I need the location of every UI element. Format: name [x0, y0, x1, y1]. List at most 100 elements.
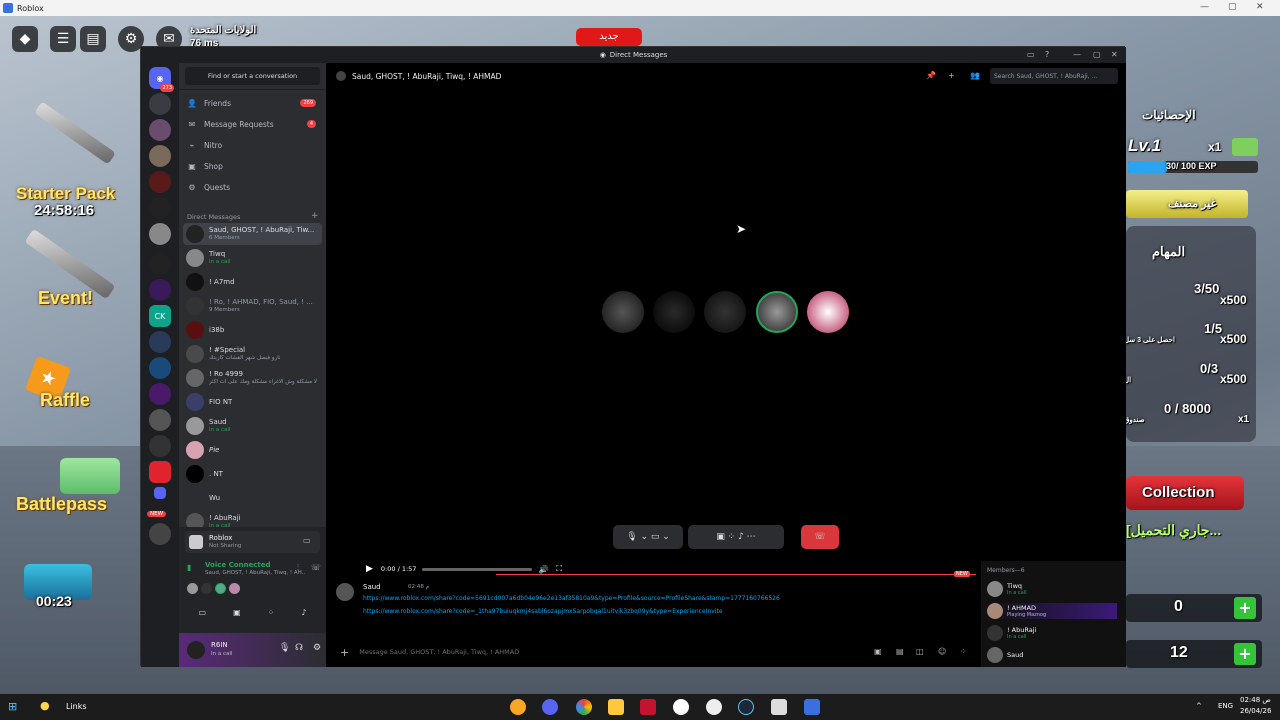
server-icon[interactable]	[149, 145, 171, 167]
server-icon[interactable]	[149, 93, 171, 115]
member-item[interactable]: Saud	[987, 647, 1023, 663]
find-conversation-button[interactable]: Find or start a conversation	[185, 67, 320, 85]
attach-icon[interactable]: +	[340, 646, 349, 659]
server-icon[interactable]	[149, 383, 171, 405]
dm-item[interactable]: Saud, GHOST, ! AbuRaji, Tiw... 6 Members	[183, 223, 322, 245]
close-button[interactable]: ✕	[1256, 2, 1264, 12]
roblox-menu-icon[interactable]: ◆	[12, 26, 38, 52]
avatar[interactable]	[187, 641, 205, 659]
server-icon[interactable]	[149, 253, 171, 275]
apps-icon[interactable]: ⁘	[960, 647, 967, 656]
dm-item[interactable]: Pie	[183, 439, 322, 461]
help-icon[interactable]: ?	[1045, 50, 1049, 59]
dm-item[interactable]: i38b	[183, 319, 322, 341]
play-icon[interactable]: ▶	[366, 564, 373, 574]
taskbar-search-label[interactable]: Links	[66, 702, 87, 711]
inbox-icon[interactable]: ▭	[1027, 50, 1035, 59]
seek-bar[interactable]	[422, 567, 533, 571]
folder-icon[interactable]	[154, 487, 166, 499]
soundboard-icon[interactable]: ♪	[301, 608, 306, 617]
search-input[interactable]: Search Saud, GHOST, ! AbuRaji, ...	[990, 68, 1118, 84]
add-gems-button[interactable]: +	[1234, 597, 1256, 619]
battlepass-label[interactable]: Battlepass	[16, 494, 107, 515]
file-explorer-icon[interactable]	[608, 699, 624, 715]
maximize-button[interactable]: ▢	[1228, 2, 1237, 12]
github-icon[interactable]	[706, 699, 722, 715]
language-indicator[interactable]: ENG	[1218, 702, 1233, 710]
member-item[interactable]: ! AbuRaji In a call	[987, 625, 1036, 641]
raffle-label[interactable]: Raffle	[40, 390, 90, 411]
discord-taskbar-icon[interactable]	[542, 699, 558, 715]
hangup-button[interactable]: ☏	[801, 525, 839, 549]
gif-icon[interactable]: ▤	[896, 647, 904, 656]
steam-icon[interactable]	[738, 699, 754, 715]
server-icon[interactable]	[149, 523, 171, 545]
noise-icon[interactable]: ⫶	[297, 563, 299, 573]
starter-pack-label[interactable]: Starter Pack	[16, 184, 115, 204]
start-icon[interactable]: ⊞	[8, 700, 17, 713]
gift-icon[interactable]: ▣	[874, 647, 882, 656]
microphone-icon[interactable]: 🎙	[279, 643, 290, 653]
dc-maximize-button[interactable]: ▢	[1093, 50, 1101, 59]
nav-message-requests[interactable]: ✉ Message Requests 4	[185, 115, 322, 133]
camera-off-icon[interactable]: ▭	[199, 608, 207, 617]
headphones-icon[interactable]: ☊	[295, 643, 303, 653]
app-icon[interactable]	[640, 699, 656, 715]
share-screen-icon[interactable]: ▭	[303, 536, 311, 545]
server-icon[interactable]	[149, 197, 171, 219]
new-badge[interactable]: جديد	[576, 28, 642, 46]
activities-icon[interactable]: ⁘	[268, 608, 275, 617]
call-avatar[interactable]	[602, 291, 644, 333]
screen-share-icon[interactable]: ▣	[233, 608, 241, 617]
message-author[interactable]: Saud	[363, 583, 381, 591]
dm-item[interactable]: Tiwq In a call	[183, 247, 322, 269]
server-icon[interactable]	[149, 171, 171, 193]
dm-item[interactable]: Wu	[183, 487, 322, 509]
disconnect-icon[interactable]: ☏	[311, 563, 321, 572]
dc-close-button[interactable]: ✕	[1111, 50, 1118, 59]
clock-date[interactable]: 26/04/26	[1240, 707, 1271, 715]
nav-quests[interactable]: ⚙ Quests	[185, 178, 322, 196]
volume-icon[interactable]: 🔊	[538, 565, 548, 574]
nav-nitro[interactable]: ⌁ Nitro	[185, 136, 322, 154]
call-avatar[interactable]	[653, 291, 695, 333]
avatar[interactable]	[336, 583, 354, 601]
dc-minimize-button[interactable]: —	[1073, 50, 1081, 59]
server-icon[interactable]	[149, 461, 171, 483]
server-icon[interactable]	[149, 119, 171, 141]
server-icon[interactable]	[149, 223, 171, 245]
sticker-icon[interactable]: ◫	[916, 647, 924, 656]
nav-shop[interactable]: ▣ Shop	[185, 157, 322, 175]
chat-icon[interactable]: ▤	[80, 26, 106, 52]
nav-friends[interactable]: 👤 Friends 269	[185, 94, 322, 112]
clock-time[interactable]: 02:48 ص	[1240, 696, 1271, 704]
emoji-icon[interactable]: ☺	[938, 647, 946, 656]
message-input[interactable]: Message Saud, GHOST, ! AbuRaji, Tiwq, ! …	[359, 648, 519, 656]
app-icon[interactable]	[673, 699, 689, 715]
member-list-icon[interactable]: 👥	[970, 71, 980, 80]
member-item[interactable]: Tiwq In a call	[987, 581, 1026, 597]
dm-item[interactable]: ! #Special تارو فيصل شهر القشات كاربتك	[183, 343, 322, 365]
dm-item[interactable]: FIO NT	[183, 391, 322, 413]
add-coins-button[interactable]: +	[1234, 643, 1256, 665]
server-icon[interactable]	[149, 331, 171, 353]
message-link[interactable]: https://www.roblox.com/share?code=5691cd…	[363, 595, 973, 602]
chevron-up-icon[interactable]: ^	[1196, 702, 1202, 710]
app-icon[interactable]	[510, 699, 526, 715]
pin-icon[interactable]: 📌	[926, 71, 936, 80]
mic-toggle[interactable]: 🎙 ⌄ ▭ ⌄	[613, 525, 683, 549]
call-avatar[interactable]	[807, 291, 849, 333]
hamburger-icon[interactable]: ☰	[50, 26, 76, 52]
call-toolbar[interactable]: ▣ ⁘ ♪ ⋯	[688, 525, 784, 549]
fullscreen-icon[interactable]: ⛶	[556, 564, 562, 574]
voice-channel[interactable]: Saud, GHOST, ! AbuRaji, Tiwq, ! AH...	[205, 570, 305, 576]
server-icon[interactable]: CK	[149, 305, 171, 327]
create-dm-button[interactable]: +	[311, 211, 319, 221]
voice-status[interactable]: Voice Connected	[205, 561, 271, 569]
minimize-button[interactable]: —	[1200, 2, 1209, 12]
message-link[interactable]: https://www.roblox.com/share?code=_1tha9…	[363, 608, 973, 615]
roblox-taskbar-icon[interactable]	[804, 699, 820, 715]
home-button[interactable]: ◉ 273	[149, 67, 174, 92]
dm-item[interactable]: ! Ro 4999 لا مشكلة وش الاغراء مشكلة ومك ع…	[183, 367, 322, 389]
call-avatar-speaking[interactable]	[756, 291, 798, 333]
